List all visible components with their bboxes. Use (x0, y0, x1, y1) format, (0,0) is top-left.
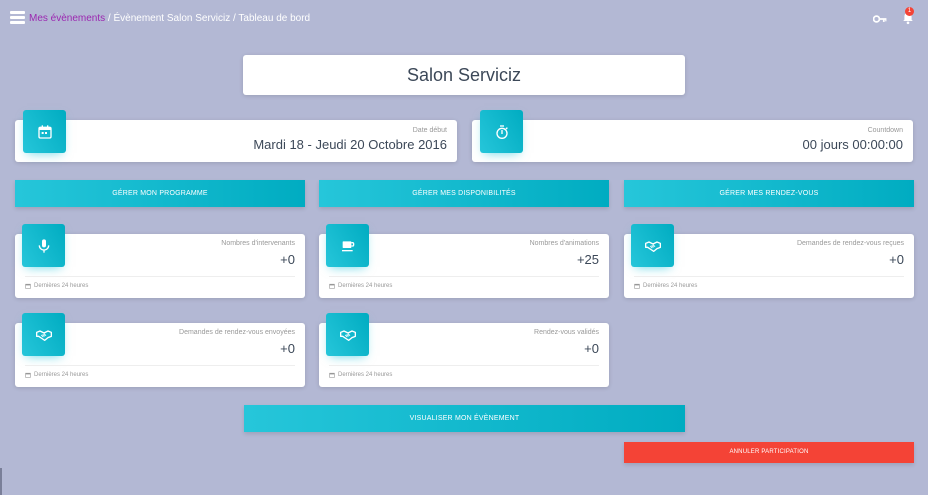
stat-footer-text: Dernières 24 heures (34, 372, 89, 378)
calendar-icon (634, 283, 640, 289)
coffee-icon (326, 224, 369, 267)
stat-footer-text: Dernières 24 heures (34, 283, 89, 289)
breadcrumb-separator: / (105, 13, 114, 24)
event-title-card: Salon Serviciz (243, 55, 685, 95)
handshake-icon (631, 224, 674, 267)
calendar-icon (329, 283, 335, 289)
manage-appointments-button[interactable]: GÉRER MES RENDEZ-VOUS (624, 180, 914, 207)
handshake-icon (326, 313, 369, 356)
stat-category-label: Demandes de rendez-vous envoyées (179, 329, 295, 336)
card-divider (25, 276, 295, 277)
calendar-icon (329, 372, 335, 378)
card-divider (634, 276, 904, 277)
stat-card-appointments-received: Demandes de rendez-vous reçues +0 Derniè… (624, 224, 914, 298)
calendar-icon (25, 283, 31, 289)
breadcrumb-link-events[interactable]: Mes évènements (29, 13, 105, 24)
manage-programme-button[interactable]: GÉRER MON PROGRAMME (15, 180, 305, 207)
stat-card-animations: Nombres d'animations +25 Dernières 24 he… (319, 224, 609, 298)
notification-badge: 1 (905, 7, 914, 16)
countdown-category-label: Countdown (867, 127, 903, 134)
calendar-icon (25, 372, 31, 378)
stat-footer: Dernières 24 heures (634, 283, 697, 289)
stat-category-label: Nombres d'intervenants (221, 240, 295, 247)
stat-footer: Dernières 24 heures (329, 372, 392, 378)
stat-value: +0 (280, 341, 295, 356)
breadcrumb: Mes évènements / Évènement Salon Servici… (29, 13, 310, 24)
stat-value: +0 (889, 252, 904, 267)
stat-footer: Dernières 24 heures (25, 283, 88, 289)
card-divider (25, 365, 295, 366)
stat-footer: Dernières 24 heures (329, 283, 392, 289)
handshake-icon (22, 313, 65, 356)
stat-category-label: Nombres d'animations (529, 240, 599, 247)
event-title: Salon Serviciz (406, 65, 522, 85)
stat-value: +25 (576, 252, 599, 267)
stat-footer-text: Dernières 24 heures (338, 283, 393, 289)
calendar-icon (23, 110, 66, 153)
date-card: Date début Mardi 18 - Jeudi 20 Octobre 2… (15, 110, 457, 162)
stat-category-label: Rendez-vous validés (534, 329, 599, 336)
timer-icon (480, 110, 523, 153)
microphone-icon (22, 224, 65, 267)
key-icon[interactable] (872, 12, 887, 24)
top-navbar: Mes évènements / Évènement Salon Servici… (0, 0, 928, 36)
countdown-card: Countdown 00 jours 00:00:00 (472, 110, 913, 162)
manage-availability-button[interactable]: GÉRER MES DISPONIBILITÉS (319, 180, 609, 207)
stat-footer: Dernières 24 heures (25, 372, 88, 378)
card-divider (329, 276, 599, 277)
stat-card-appointments-sent: Demandes de rendez-vous envoyées +0 Dern… (15, 313, 305, 387)
stat-category-label: Demandes de rendez-vous reçues (796, 240, 904, 247)
date-value: Mardi 18 - Jeudi 20 Octobre 2016 (253, 137, 447, 152)
stat-value: +0 (584, 341, 599, 356)
hamburger-icon[interactable] (10, 11, 25, 24)
card-divider (329, 365, 599, 366)
cancel-participation-button[interactable]: ANNULER PARTICIPATION (624, 442, 914, 463)
stat-footer-text: Dernières 24 heures (338, 372, 393, 378)
date-category-label: Date début (412, 127, 447, 134)
countdown-value: 00 jours 00:00:00 (802, 137, 903, 152)
stat-value: +0 (280, 252, 295, 267)
breadcrumb-item-event: Évènement Salon Serviciz (113, 13, 231, 24)
stat-card-speakers: Nombres d'intervenants +0 Dernières 24 h… (15, 224, 305, 298)
stat-footer-text: Dernières 24 heures (643, 283, 698, 289)
window-edge (0, 468, 2, 495)
breadcrumb-item-dashboard: Tableau de bord (238, 13, 311, 24)
view-event-button[interactable]: VISUALISER MON ÉVÈNEMENT (244, 405, 685, 432)
stat-card-appointments-validated: Rendez-vous validés +0 Dernières 24 heur… (319, 313, 609, 387)
